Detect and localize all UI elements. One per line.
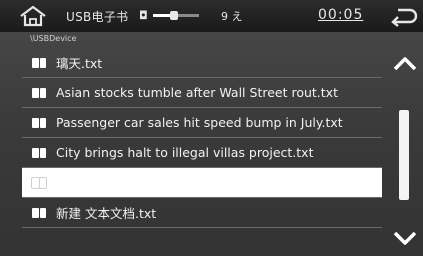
file-row[interactable]: Asian stocks tumble after Wall Street ro…	[22, 78, 382, 108]
track-info: 9 え	[221, 10, 243, 23]
volume-icon: ◘	[139, 9, 148, 22]
book-icon	[32, 117, 46, 128]
book-icon	[32, 87, 46, 98]
volume-knob[interactable]	[169, 11, 178, 20]
book-icon	[32, 207, 46, 218]
file-row[interactable]: 新建 文本文档.txt	[22, 198, 382, 228]
file-row[interactable]: Passenger car sales hit speed bump in Ju…	[22, 108, 382, 138]
file-name: 璃天.txt	[56, 56, 103, 71]
file-name: 新建 文本文档.txt	[56, 206, 157, 221]
file-row[interactable]: City brings halt to illegal villas proje…	[22, 138, 382, 168]
scroll-column	[386, 48, 423, 256]
scrollbar[interactable]	[399, 110, 409, 230]
app-title: USB电子书	[66, 10, 129, 24]
book-icon	[31, 176, 47, 189]
book-icon	[32, 147, 46, 158]
status-bar: USB电子书 ◘ 9 え 00:05	[0, 0, 423, 32]
chevron-up-icon[interactable]	[392, 54, 418, 74]
file-name: City brings halt to illegal villas proje…	[56, 145, 314, 160]
file-name: Asian stocks tumble after Wall Street ro…	[56, 85, 338, 100]
ebook-browser-screen: USB电子书 ◘ 9 え 00:05 \USBDevice 璃天.txt Asia…	[0, 0, 423, 256]
volume-slider[interactable]	[153, 11, 199, 20]
current-path: \USBDevice	[30, 34, 77, 43]
clock: 00:05	[318, 7, 364, 23]
scrollbar-thumb[interactable]	[399, 110, 409, 200]
file-row[interactable]	[22, 168, 382, 198]
file-list: 璃天.txt Asian stocks tumble after Wall Str…	[22, 48, 382, 228]
back-arrow-icon[interactable]	[388, 5, 418, 27]
home-icon[interactable]	[18, 4, 48, 28]
file-row[interactable]: 璃天.txt	[22, 48, 382, 78]
book-icon	[32, 57, 46, 68]
chevron-down-icon[interactable]	[392, 228, 418, 248]
file-name: Passenger car sales hit speed bump in Ju…	[56, 115, 343, 130]
